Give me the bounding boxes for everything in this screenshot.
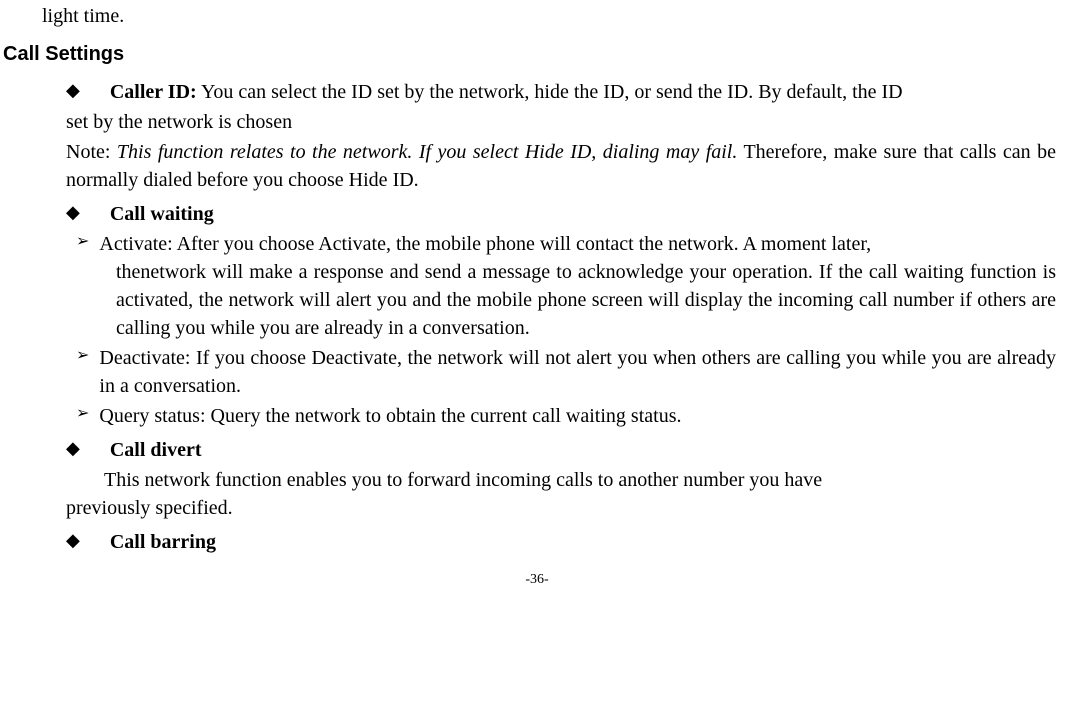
call-barring-label: Call barring [110,528,1056,556]
deactivate-text: Deactivate: If you choose Deactivate, th… [99,344,1056,400]
divert-wrap: This network function enables you to for… [104,469,822,491]
call-divert-label: Call divert [110,436,1056,464]
query-item: ➢ Query status: Query the network to obt… [76,402,1056,430]
call-divert-item: ◆ Call divert [66,436,1056,464]
caller-id-note: Note: This function relates to the netwo… [66,138,1056,194]
chevron-icon: ➢ [76,344,89,368]
chevron-icon: ➢ [76,402,89,426]
call-waiting-item: ◆ Call waiting [66,200,1056,228]
chevron-icon: ➢ [76,230,89,254]
caller-id-body2: set by the network is chosen [66,108,1056,136]
diamond-icon: ◆ [66,200,80,225]
page-number: -36- [18,570,1056,590]
document-page: light time. Call Settings ◆ Caller ID: Y… [0,0,1074,600]
activate-text2: thenetwork will make a response and send… [116,258,1056,342]
caller-id-label: Caller ID: [110,81,197,103]
call-divert-line1: This network function enables you to for… [104,466,1056,494]
note-label: Note: [66,141,117,163]
activate-item: ➢ Activate: After you choose Activate, t… [76,230,1056,258]
deactivate-item: ➢ Deactivate: If you choose Deactivate, … [76,344,1056,400]
call-barring-item: ◆ Call barring [66,528,1056,556]
content-block: ◆ Caller ID: You can select the ID set b… [66,78,1056,556]
activate-text1: Activate: After you choose Activate, the… [99,230,1056,258]
call-waiting-label: Call waiting [110,200,1056,228]
call-settings-heading: Call Settings [3,40,1056,68]
caller-id-text: Caller ID: You can select the ID set by … [110,78,1056,106]
query-text: Query status: Query the network to obtai… [99,402,1056,430]
caller-id-item: ◆ Caller ID: You can select the ID set b… [66,78,1056,106]
diamond-icon: ◆ [66,436,80,461]
diamond-icon: ◆ [66,528,80,553]
fragment-top-text: light time. [42,2,1056,30]
caller-id-body1: You can select the ID set by the network… [197,81,903,103]
note-italic: This function relates to the network. If… [117,141,737,163]
call-divert-line2: previously specified. [66,494,1056,522]
diamond-icon: ◆ [66,78,80,103]
